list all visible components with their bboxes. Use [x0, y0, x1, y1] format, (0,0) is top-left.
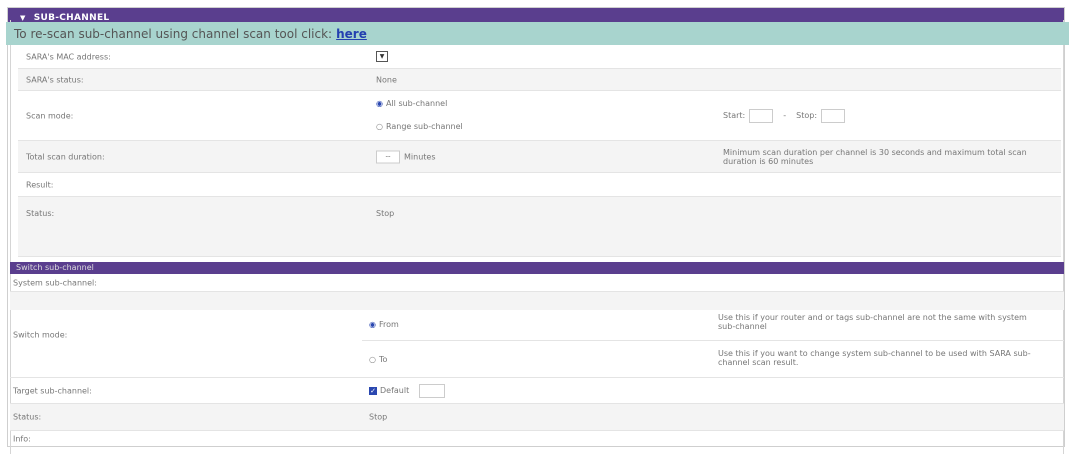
- radio-selected-icon[interactable]: ◉: [376, 99, 383, 108]
- range-separator: -: [783, 111, 787, 120]
- switch-mode-to-label: To: [378, 355, 388, 364]
- scan-duration-unit: Minutes: [404, 152, 436, 161]
- switch-mode-divider: [362, 340, 1064, 341]
- radio-selected-icon[interactable]: ◉: [369, 320, 376, 329]
- target-sub-channel-label: Target sub-channel:: [13, 386, 92, 395]
- sara-status-label: SARA's status:: [26, 75, 84, 84]
- rescan-link[interactable]: here: [336, 27, 367, 41]
- result-label: Result:: [26, 180, 54, 189]
- scan-duration-control: -- Minutes: [376, 150, 436, 163]
- scan-duration-note: Minimum scan duration per channel is 30 …: [723, 147, 1027, 166]
- default-label: Default: [380, 386, 410, 395]
- scan-duration-row: Total scan duration: -- Minutes Minimum …: [18, 141, 1061, 173]
- switch-mode-row: Switch mode: ◉ From Use this if your rou…: [10, 292, 1064, 378]
- scan-mode-row: Scan mode: ◉ All sub-channel ○ Range sub…: [18, 91, 1061, 141]
- switch-status-label: Status:: [13, 412, 42, 422]
- mac-address-dropdown[interactable]: ▼: [376, 51, 388, 62]
- switch-mode-label: Switch mode:: [13, 330, 68, 339]
- sara-status-row: SARA's status: None: [18, 69, 1061, 91]
- check-icon[interactable]: ✓: [369, 386, 377, 395]
- switch-mode-from-option[interactable]: ◉ From: [369, 320, 399, 329]
- scan-mode-range-label: Range sub-channel: [385, 122, 463, 131]
- scan-mode-all-option[interactable]: ◉ All sub-channel: [376, 99, 447, 108]
- switch-status-value: Stop: [369, 412, 388, 422]
- target-sub-channel-row: Target sub-channel: ✓ Default: [10, 378, 1064, 404]
- rescan-notice-text: To re-scan sub-channel using channel sca…: [14, 26, 333, 41]
- scan-mode-label: Scan mode:: [26, 111, 74, 120]
- switch-mode-shade: [10, 292, 1064, 310]
- info-row: Info:: [10, 431, 1064, 446]
- scan-duration-stepper[interactable]: --: [376, 150, 400, 163]
- mac-address-row: SARA's MAC address: ▼: [18, 45, 1061, 69]
- scan-range-inputs: Start: - Stop:: [723, 108, 846, 123]
- switch-status-row: Status: Stop: [10, 404, 1064, 431]
- stop-input[interactable]: [821, 108, 846, 123]
- rescan-notice: To re-scan sub-channel using channel sca…: [6, 22, 1069, 45]
- radio-unselected-icon[interactable]: ○: [376, 122, 383, 131]
- scan-status-row: Status: Stop: [18, 197, 1061, 257]
- target-sub-channel-input[interactable]: [419, 383, 446, 398]
- start-input[interactable]: [749, 108, 774, 123]
- target-sub-channel-control: ✓ Default: [369, 383, 446, 398]
- result-row: Result:: [18, 173, 1061, 197]
- stop-label: Stop:: [796, 111, 818, 120]
- mac-address-label: SARA's MAC address:: [26, 52, 111, 61]
- start-label: Start:: [723, 111, 746, 120]
- scan-mode-range-option[interactable]: ○ Range sub-channel: [376, 122, 463, 131]
- radio-unselected-icon[interactable]: ○: [369, 355, 376, 364]
- switch-mode-to-option[interactable]: ○ To: [369, 355, 387, 364]
- scan-status-value: Stop: [376, 209, 395, 218]
- info-label: Info:: [13, 434, 31, 443]
- switch-sub-channel-header: Switch sub-channel: [10, 262, 1064, 274]
- switch-mode-to-note: Use this if you want to change system su…: [718, 349, 1031, 367]
- chevron-down-icon: ▼: [379, 53, 385, 60]
- system-sub-channel-row: System sub-channel:: [10, 274, 1064, 292]
- sara-status-value: None: [376, 75, 397, 84]
- scan-mode-all-label: All sub-channel: [385, 99, 448, 108]
- system-sub-channel-label: System sub-channel:: [13, 278, 97, 287]
- switch-mode-from-label: From: [378, 320, 399, 329]
- scan-status-label: Status:: [26, 209, 55, 218]
- switch-mode-from-note: Use this if your router and or tags sub-…: [718, 313, 1027, 331]
- scan-duration-label: Total scan duration:: [26, 152, 105, 161]
